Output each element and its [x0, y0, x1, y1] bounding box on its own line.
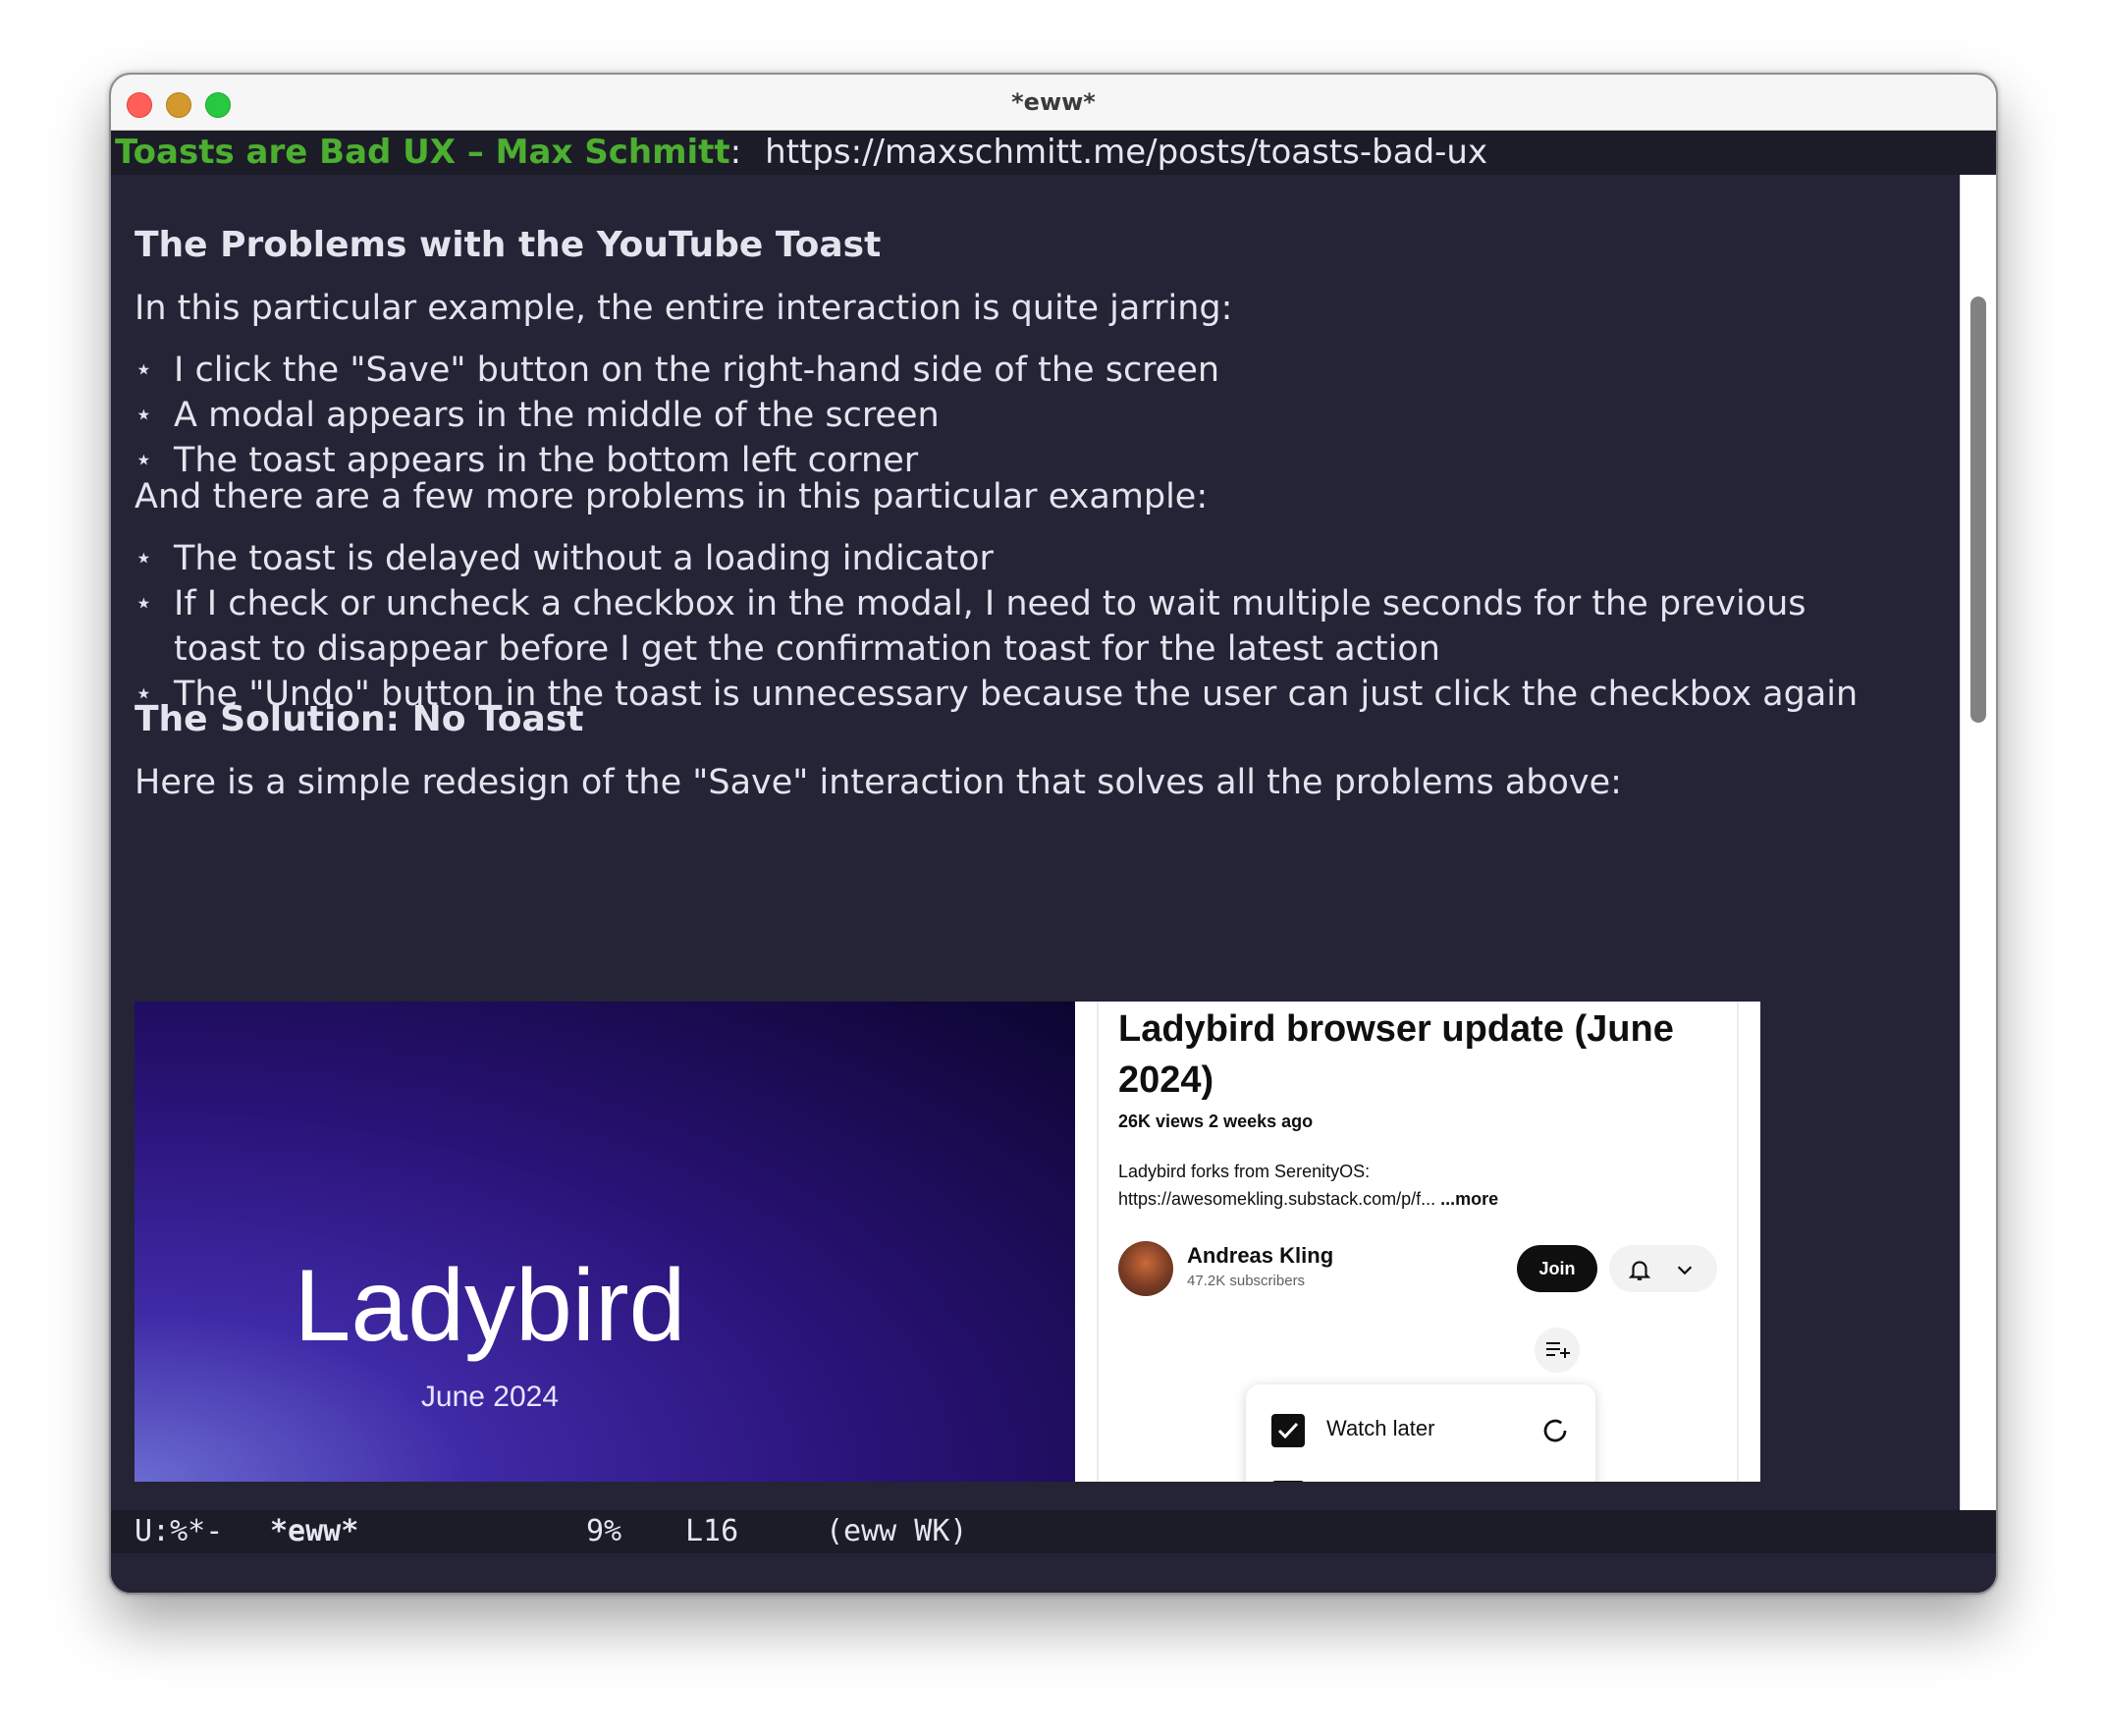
paragraph-redesign: Here is a simple redesign of the "Save" …: [135, 763, 1622, 802]
save-modal: Watch later: [1246, 1384, 1595, 1482]
checkmark-icon: [1277, 1422, 1299, 1439]
video-title: Ladybird browser update (June 2024): [1118, 1008, 1674, 1101]
watch-later-checkbox: [1271, 1414, 1305, 1447]
document-title: Toasts are Bad UX – Max Schmitt: [115, 133, 730, 172]
modeline-buffer-name[interactable]: *eww*: [270, 1510, 358, 1553]
eww-window: *eww* Toasts are Bad UX – Max Schmitt: ht…: [109, 73, 1998, 1595]
avatar: [1118, 1241, 1173, 1296]
echo-area: [111, 1553, 1996, 1593]
list-item-text: A modal appears in the middle of the scr…: [174, 396, 940, 435]
save-to-playlist-icon: [1535, 1328, 1580, 1373]
list-item-text: The toast is delayed without a loading i…: [174, 539, 994, 578]
heading-solution: The Solution: No Toast: [135, 699, 584, 739]
scrollbar-thumb[interactable]: [1970, 297, 1986, 723]
description-line: Ladybird forks from SerenityOS:: [1118, 1162, 1371, 1181]
channel-name: Andreas Kling: [1187, 1243, 1334, 1268]
header-separator: :: [729, 133, 742, 172]
list-item: ⋆ The toast is delayed without a loading …: [135, 536, 1858, 581]
more-problems-list: ⋆ The toast is delayed without a loading …: [135, 536, 1858, 717]
vertical-scrollbar[interactable]: [1960, 175, 1996, 1510]
list-item-text: toast to disappear before I get the conf…: [174, 629, 1440, 669]
video-details-panel: Ladybird browser update (June 2024) 26K …: [1075, 1002, 1760, 1482]
bell-icon: [1628, 1261, 1651, 1280]
more-link: ...more: [1440, 1189, 1499, 1209]
subscriber-count: 47.2K subscribers: [1187, 1273, 1306, 1289]
bullet-star-icon: ⋆: [135, 398, 153, 432]
paragraph-intro: In this particular example, the entire i…: [135, 289, 1233, 328]
video-meta: 26K views 2 weeks ago: [1118, 1112, 1314, 1131]
embedded-screenshot: Ladybird June 2024 Ladybird browser upda…: [135, 1002, 1760, 1482]
brand-subtitle: June 2024: [420, 1381, 560, 1413]
list-item-text: If I check or uncheck a checkbox in the …: [174, 584, 1806, 624]
mode-line: U:%*- *eww* 9% L16 (eww WK): [111, 1510, 1996, 1553]
bullet-star-icon: ⋆: [135, 541, 153, 575]
problems-list: ⋆ I click the "Save" button on the right-…: [135, 348, 1219, 483]
chevron-down-icon: [1677, 1266, 1693, 1275]
document-url[interactable]: https://maxschmitt.me/posts/toasts-bad-u…: [765, 133, 1487, 172]
bullet-star-icon: ⋆: [135, 353, 153, 387]
modeline-status: U:%*-: [135, 1514, 224, 1548]
paragraph-more-problems: And there are a few more problems in thi…: [135, 477, 1209, 516]
title-bar: *eww*: [111, 75, 1996, 131]
unchecked-checkbox: [1271, 1481, 1305, 1482]
heading-problems: The Problems with the YouTube Toast: [135, 225, 882, 265]
list-item-text: I click the "Save" button on the right-h…: [174, 351, 1220, 390]
list-item: ⋆ A modal appears in the middle of the sc…: [135, 393, 1219, 438]
notifications-pill: [1609, 1245, 1717, 1292]
modeline-percent: 9%: [586, 1514, 622, 1548]
list-item-continuation: toast to disappear before I get the conf…: [135, 626, 1858, 672]
modeline-line-number: L16: [685, 1514, 739, 1548]
bullet-star-icon: ⋆: [135, 586, 153, 621]
brand-title: Ladybird: [294, 1249, 686, 1363]
loading-spinner-icon: [1543, 1419, 1567, 1442]
video-thumbnail: Ladybird June 2024: [135, 1002, 1075, 1482]
modeline-major-mode[interactable]: (eww WK): [826, 1510, 968, 1553]
list-item: ⋆ I click the "Save" button on the right-…: [135, 348, 1219, 393]
eww-header-line: Toasts are Bad UX – Max Schmitt: https://…: [111, 131, 1996, 175]
description-link: https://awesomekling.substack.com/p/f...: [1118, 1189, 1436, 1209]
watch-later-label: Watch later: [1326, 1416, 1435, 1440]
list-item: ⋆ If I check or uncheck a checkbox in the…: [135, 581, 1858, 626]
video-description: Ladybird forks from SerenityOS: https://…: [1118, 1158, 1498, 1213]
join-button: Join: [1517, 1245, 1597, 1292]
window-title: *eww*: [1011, 88, 1096, 116]
